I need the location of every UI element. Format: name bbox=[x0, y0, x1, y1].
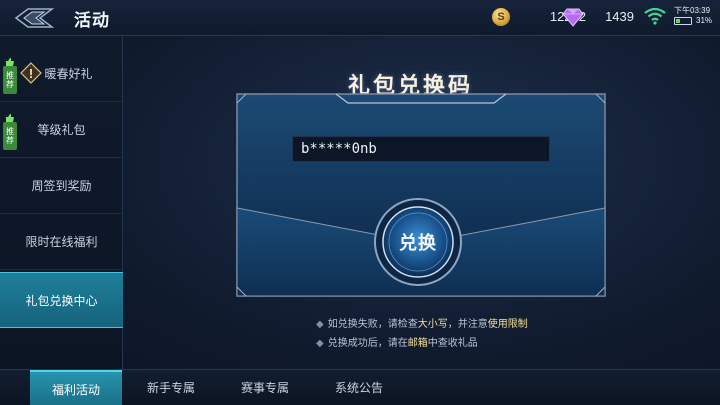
clock-time: 下午03:39 bbox=[674, 6, 711, 15]
battery-percent: 31% bbox=[696, 16, 713, 25]
sidebar-item-label: 等级礼包 bbox=[37, 123, 86, 137]
redeem-button[interactable]: 兑换 bbox=[373, 197, 463, 287]
gem-icon bbox=[562, 8, 584, 27]
back-icon bbox=[14, 8, 55, 28]
sidebar-item-label: 暖春好礼 bbox=[44, 67, 93, 81]
gem-balance: 1439 bbox=[605, 9, 634, 24]
tab-newbie[interactable]: 新手专属 bbox=[130, 370, 212, 405]
bottom-tab-bar: 福利活动 新手专属 赛事专属 系统公告 bbox=[0, 369, 720, 405]
page-title: 活动 bbox=[74, 11, 110, 31]
tab-welfare[interactable]: 福利活动 bbox=[30, 370, 122, 405]
tab-tournament[interactable]: 赛事专属 bbox=[224, 370, 306, 405]
tip-check-mailbox: ◆ 兑换成功后，请在邮箱中查收礼品 bbox=[316, 338, 478, 349]
redeem-code-value: b*****0nb bbox=[301, 141, 377, 157]
sidebar-item-label: 周签到奖励 bbox=[31, 179, 92, 193]
redeem-button-label: 兑换 bbox=[399, 233, 437, 254]
sidebar-item-redeem-center[interactable]: 礼包兑换中心 bbox=[0, 272, 123, 328]
sidebar: 推荐 ! 暖春好礼 推荐 等级礼包 周签到奖励 限时在线福利 礼包兑换中心 bbox=[0, 36, 123, 369]
sidebar-item-spring-gift[interactable]: 推荐 ! 暖春好礼 bbox=[0, 46, 123, 102]
battery-icon bbox=[674, 17, 692, 25]
wifi-icon bbox=[644, 7, 666, 25]
sidebar-item-label: 限时在线福利 bbox=[25, 235, 98, 249]
sidebar-item-label: 礼包兑换中心 bbox=[25, 294, 98, 308]
top-bar: 活动 S 12212 1439 下午03:39 31% bbox=[0, 0, 720, 36]
sidebar-item-online-reward[interactable]: 限时在线福利 bbox=[0, 214, 123, 270]
back-button[interactable] bbox=[12, 6, 56, 30]
tip-case-sensitive: ◆ 如兑换失败，请检查大小写，并注意使用限制 bbox=[316, 319, 528, 330]
tab-announcement[interactable]: 系统公告 bbox=[318, 370, 400, 405]
sidebar-item-weekly-signin[interactable]: 周签到奖励 bbox=[0, 158, 123, 214]
sidebar-item-level-gift[interactable]: 推荐 等级礼包 bbox=[0, 102, 123, 158]
coin-icon: S bbox=[492, 8, 510, 26]
redeem-code-input[interactable]: b*****0nb bbox=[292, 136, 550, 162]
